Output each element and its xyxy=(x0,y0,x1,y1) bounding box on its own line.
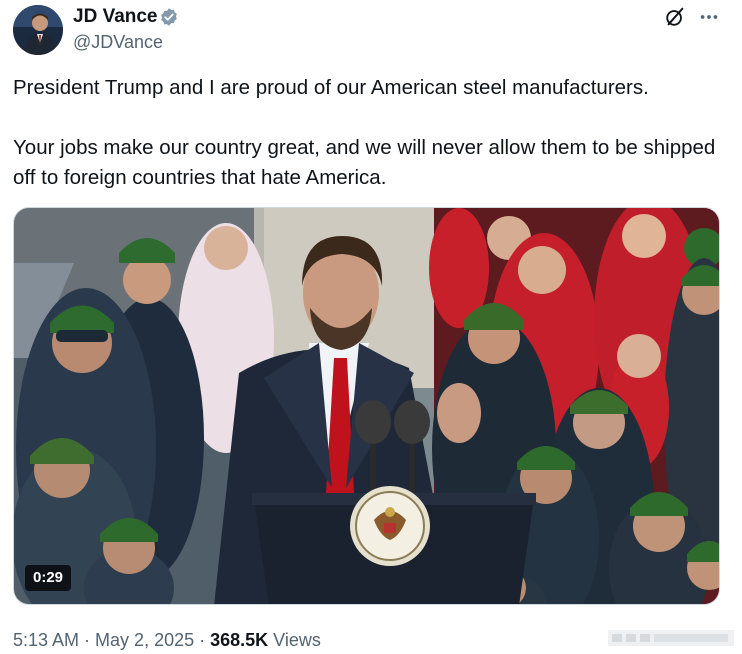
tweet-text: President Trump and I are proud of our A… xyxy=(13,73,728,193)
meta-separator: · xyxy=(194,630,211,650)
meta-separator: · xyxy=(79,630,96,650)
avatar-image xyxy=(13,5,63,55)
author-avatar[interactable] xyxy=(13,5,63,55)
podium xyxy=(252,486,536,604)
tweet-time[interactable]: 5:13 AM xyxy=(13,630,79,650)
video-thumbnail xyxy=(14,208,719,604)
tweet-card: JD Vance @JDVance President Trump and I … xyxy=(0,0,742,654)
tweet-meta: 5:13 AM · May 2, 2025 · 368.5K Views xyxy=(13,629,321,651)
tweet-paragraph-2: Your jobs make our country great, and we… xyxy=(13,136,716,189)
tweet-video[interactable]: 0:29 xyxy=(13,207,720,605)
more-options-icon[interactable] xyxy=(698,6,720,28)
watermark-logo xyxy=(608,630,734,646)
views-label: Views xyxy=(268,630,321,650)
verified-badge-icon xyxy=(161,8,177,26)
views-count: 368.5K xyxy=(210,630,269,650)
tweet-paragraph-1: President Trump and I are proud of our A… xyxy=(13,76,649,99)
grok-icon[interactable] xyxy=(664,6,686,28)
tweet-date[interactable]: May 2, 2025 xyxy=(95,630,194,650)
author-name[interactable]: JD Vance xyxy=(73,6,158,28)
author-handle[interactable]: @JDVance xyxy=(73,31,163,53)
video-duration-badge: 0:29 xyxy=(25,565,72,591)
